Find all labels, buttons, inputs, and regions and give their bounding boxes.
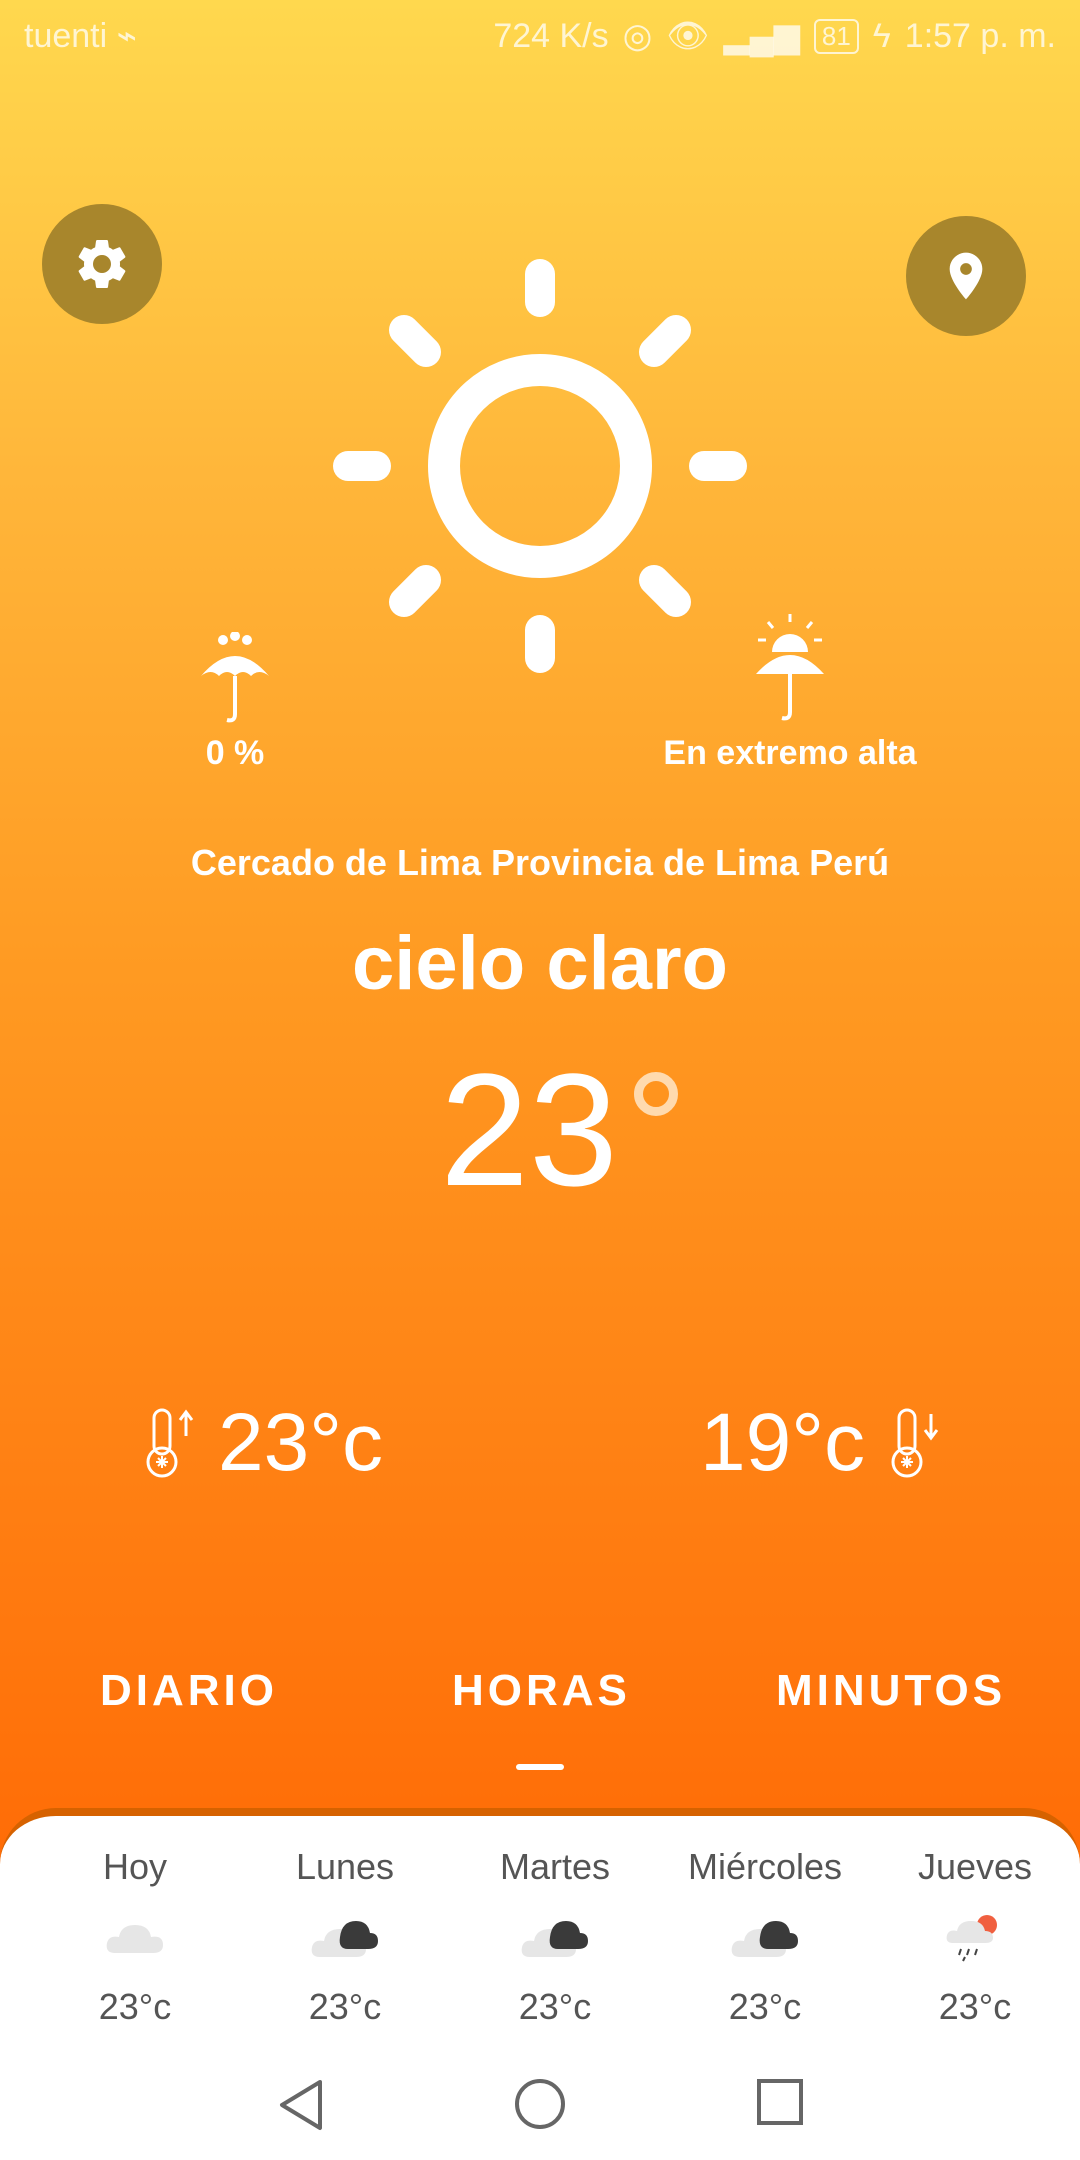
location-button[interactable] [906, 216, 1026, 336]
tab-horas[interactable]: HORAS [452, 1666, 631, 1716]
hotspot-icon: ◎ [622, 17, 653, 55]
home-icon[interactable] [514, 2078, 566, 2130]
forecast-day-name: Martes [499, 1846, 611, 1887]
cloudy-night-icon [311, 1921, 378, 1957]
rain-probability-value: 0 % [205, 734, 265, 772]
cloud-icon [106, 1925, 163, 1953]
status-left: tuenti ⌁ [24, 16, 137, 56]
status-bar: tuenti ⌁ 724 K/s ◎ 👁 ▂▄▆ 81 ϟ 1:57 p. m. [0, 0, 1080, 74]
network-speed: 724 K/s [493, 16, 609, 55]
forecast-day[interactable]: Martes 23°c [450, 1846, 660, 2028]
forecast-temp: 23°c [728, 1986, 802, 2027]
clock: 1:57 p. m. [904, 16, 1056, 55]
forecast-day-name: Miércoles [687, 1846, 843, 1887]
uv-umbrella-icon [756, 614, 824, 721]
min-temperature: 19°c [700, 1396, 943, 1490]
thermometer-up-icon [146, 1408, 194, 1478]
charging-icon: ϟ [872, 16, 891, 55]
eye-icon: 👁 [666, 17, 710, 55]
tab-indicator [516, 1764, 564, 1770]
thermometer-down-icon [891, 1408, 939, 1478]
forecast-temp: 23°c [308, 1986, 382, 2027]
umbrella-rain-icon [201, 632, 269, 723]
battery-icon: 81 [813, 18, 859, 54]
forecast-day[interactable]: Lunes 23°c [240, 1846, 450, 2028]
forecast-temp: 23°c [938, 1986, 1012, 2027]
forecast-day[interactable]: Miércoles 23°c [660, 1846, 870, 2028]
location-label: Cercado de Lima Provincia de Lima Perú [190, 842, 890, 883]
forecast-list: Hoy 23°c Lunes 23°c Martes 23°c Miércole… [0, 1846, 1080, 2028]
max-temperature-value: 23°c [218, 1397, 384, 1488]
forecast-tabs: DIARIO HORAS MINUTOS [0, 1666, 1080, 1726]
forecast-day[interactable]: Jueves 23°c [870, 1846, 1080, 2028]
forecast-day-name: Jueves [917, 1846, 1033, 1887]
rain-probability: 0 % [170, 632, 300, 773]
tab-minutos[interactable]: MINUTOS [776, 1666, 1006, 1716]
uv-index-value: En extremo alta [663, 734, 917, 772]
recents-icon[interactable] [756, 2078, 804, 2126]
forecast-day[interactable]: Hoy 23°c [30, 1846, 240, 2028]
location-pin-icon [949, 252, 983, 300]
degree-symbol [634, 1072, 678, 1116]
gear-icon [78, 239, 126, 288]
forecast-day-name: Hoy [102, 1846, 168, 1887]
current-temperature: 23 [440, 1040, 618, 1219]
cloudy-night-icon [731, 1921, 798, 1957]
signal-icon: ▂▄▆ [723, 17, 800, 55]
min-temperature-value: 19°c [700, 1397, 866, 1488]
usb-icon: ⌁ [116, 17, 138, 55]
uv-index: En extremo alta [640, 612, 940, 773]
cloudy-night-icon [521, 1921, 588, 1957]
back-icon[interactable] [276, 2078, 326, 2132]
forecast-temp: 23°c [518, 1986, 592, 2027]
max-temperature: 23°c [140, 1396, 383, 1490]
status-right: 724 K/s ◎ 👁 ▂▄▆ 81 ϟ 1:57 p. m. [493, 16, 1056, 56]
tab-diario[interactable]: DIARIO [100, 1666, 278, 1716]
carrier-name: tuenti [24, 17, 108, 55]
forecast-temp: 23°c [98, 1986, 172, 2027]
rain-sun-icon [946, 1915, 997, 1962]
navigation-bar [0, 2068, 1080, 2138]
weather-condition: cielo claro [352, 921, 728, 1006]
settings-button[interactable] [42, 204, 162, 324]
forecast-day-name: Lunes [295, 1846, 395, 1887]
